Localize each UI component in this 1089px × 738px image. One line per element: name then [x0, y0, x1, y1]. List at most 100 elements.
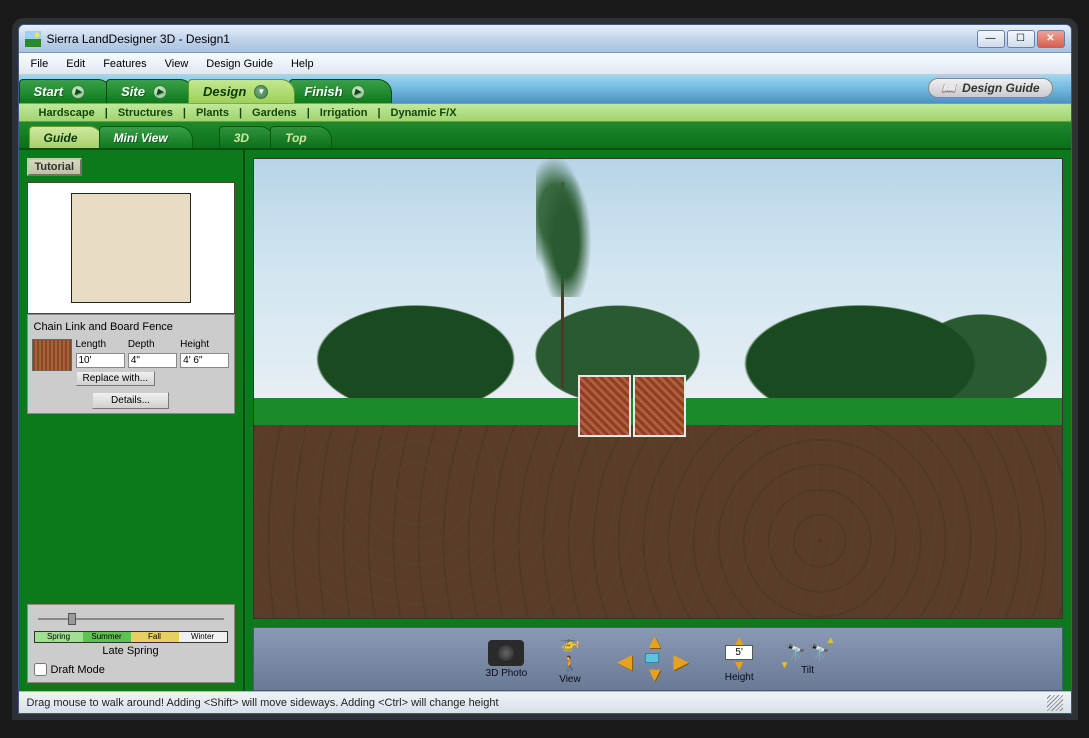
season-spring: Spring: [35, 632, 83, 642]
status-text: Drag mouse to walk around! Adding <Shift…: [27, 697, 499, 709]
season-fall: Fall: [131, 632, 179, 642]
tilt-label: Tilt: [801, 665, 814, 676]
app-icon: [25, 31, 41, 47]
step-design[interactable]: Design ▼: [188, 79, 295, 103]
replace-with-button[interactable]: Replace with...: [76, 371, 156, 386]
season-panel: Spring Summer Fall Winter Late Spring Dr…: [27, 604, 235, 683]
navigation-pad[interactable]: ▲ ▼ ◀ ▶: [613, 635, 693, 683]
title-bar: Sierra LandDesigner 3D - Design1 — ☐ ✕: [19, 25, 1071, 53]
tab-guide[interactable]: Guide: [29, 126, 103, 148]
cat-irrigation[interactable]: Irrigation: [310, 107, 378, 119]
season-winter: Winter: [179, 632, 227, 642]
height-header: Height: [180, 339, 229, 350]
arrow-up-icon[interactable]: ▲: [645, 631, 665, 654]
menu-view[interactable]: View: [157, 56, 197, 72]
3d-photo-label: 3D Photo: [486, 668, 528, 679]
tutorial-button[interactable]: Tutorial: [27, 158, 83, 176]
slider-thumb[interactable]: [68, 613, 76, 625]
height-label: Height: [725, 672, 754, 683]
tilt-up-icon: ▲: [826, 635, 836, 646]
minimize-button[interactable]: —: [977, 30, 1005, 48]
status-bar: Drag mouse to walk around! Adding <Shift…: [19, 691, 1071, 713]
draft-mode-label: Draft Mode: [51, 664, 105, 676]
season-summer: Summer: [83, 632, 131, 642]
cat-structures[interactable]: Structures: [108, 107, 183, 119]
main-area: Tutorial Chain Link and Board Fence Leng…: [19, 150, 1071, 691]
book-icon: 📖: [941, 81, 956, 95]
step-start[interactable]: Start ▶: [19, 79, 113, 103]
binoculars-icon[interactable]: 🔭: [810, 643, 830, 663]
tab-3d[interactable]: 3D: [219, 126, 274, 148]
tall-tree-canopy: [536, 159, 596, 297]
current-season-label: Late Spring: [34, 645, 228, 657]
tilt-control[interactable]: 🔭 🔭 ▲ ▼ Tilt: [786, 643, 830, 676]
view-tab-bar: Guide Mini View 3D Top: [19, 122, 1071, 150]
tab-miniview[interactable]: Mini View: [99, 126, 193, 148]
window-buttons: — ☐ ✕: [977, 30, 1065, 48]
tilt-down-icon: ▼: [780, 660, 790, 671]
height-control: ▲ ▼ Height: [725, 635, 754, 683]
maximize-button[interactable]: ☐: [1007, 30, 1035, 48]
menu-help[interactable]: Help: [283, 56, 322, 72]
menu-edit[interactable]: Edit: [58, 56, 93, 72]
cat-plants[interactable]: Plants: [186, 107, 239, 119]
details-button[interactable]: Details...: [92, 392, 169, 409]
height-input[interactable]: [180, 353, 229, 368]
season-slider[interactable]: [34, 611, 228, 627]
step-start-label: Start: [34, 84, 64, 99]
arrow-left-icon[interactable]: ◀: [617, 649, 632, 674]
cat-hardscape[interactable]: Hardscape: [29, 107, 105, 119]
depth-header: Depth: [128, 339, 177, 350]
arrow-down-icon[interactable]: ▼: [645, 664, 665, 687]
left-sidebar: Tutorial Chain Link and Board Fence Leng…: [19, 150, 245, 691]
dirt-ground: [254, 425, 1062, 618]
menu-design-guide[interactable]: Design Guide: [198, 56, 281, 72]
helicopter-icon[interactable]: 🚁: [560, 633, 580, 653]
fence-object[interactable]: [577, 375, 687, 437]
cat-gardens[interactable]: Gardens: [242, 107, 307, 119]
cat-dynamicfx[interactable]: Dynamic F/X: [381, 107, 467, 119]
3d-photo-button[interactable]: 3D Photo: [486, 640, 528, 679]
close-button[interactable]: ✕: [1037, 30, 1065, 48]
3d-control-strip: 3D Photo 🚁 🚶 View ▲ ▼ ◀ ▶: [253, 627, 1063, 691]
plan-outline: [71, 193, 191, 303]
length-header: Length: [76, 339, 125, 350]
workflow-step-bar: Start ▶ Site ▶ Design ▼ Finish ▶ 📖 Design Gu…: [19, 75, 1071, 103]
height-down-icon[interactable]: ▼: [732, 660, 746, 670]
play-icon: ▶: [71, 85, 85, 99]
design-guide-button[interactable]: 📖 Design Guide: [928, 78, 1052, 98]
3d-viewport[interactable]: [253, 158, 1063, 619]
menu-file[interactable]: File: [23, 56, 57, 72]
step-design-label: Design: [203, 84, 246, 99]
length-input[interactable]: [76, 353, 125, 368]
play-icon: ▶: [351, 85, 365, 99]
fence-panel: [578, 375, 631, 437]
height-up-icon[interactable]: ▲: [732, 635, 746, 645]
depth-input[interactable]: [128, 353, 177, 368]
dropdown-icon: ▼: [254, 85, 268, 99]
tab-top[interactable]: Top: [270, 126, 332, 148]
category-bar: Hardscape| Structures| Plants| Gardens| …: [19, 103, 1071, 122]
design-guide-label: Design Guide: [962, 81, 1039, 95]
arrow-right-icon[interactable]: ▶: [673, 649, 688, 674]
view-mode-buttons[interactable]: 🚁 🚶 View: [559, 633, 581, 685]
season-strip: Spring Summer Fall Winter: [34, 631, 228, 643]
nav-center[interactable]: [645, 653, 659, 663]
step-site-label: Site: [121, 84, 145, 99]
play-icon: ▶: [153, 85, 167, 99]
step-site[interactable]: Site ▶: [106, 79, 194, 103]
step-finish[interactable]: Finish ▶: [289, 79, 391, 103]
camera-icon: [488, 640, 524, 666]
viewport-column: 3D Photo 🚁 🚶 View ▲ ▼ ◀ ▶: [245, 150, 1071, 691]
menu-bar: File Edit Features View Design Guide Hel…: [19, 53, 1071, 75]
menu-features[interactable]: Features: [95, 56, 154, 72]
selected-object-name: Chain Link and Board Fence: [32, 319, 230, 339]
draft-mode-checkbox[interactable]: [34, 663, 47, 676]
material-swatch[interactable]: [32, 339, 72, 371]
walk-icon[interactable]: 🚶: [561, 655, 578, 672]
window-title: Sierra LandDesigner 3D - Design1: [47, 32, 977, 46]
resize-grip[interactable]: [1047, 695, 1063, 711]
step-finish-label: Finish: [304, 84, 342, 99]
mini-view-plan[interactable]: [27, 182, 235, 314]
app-window: Sierra LandDesigner 3D - Design1 — ☐ ✕ F…: [18, 24, 1072, 714]
